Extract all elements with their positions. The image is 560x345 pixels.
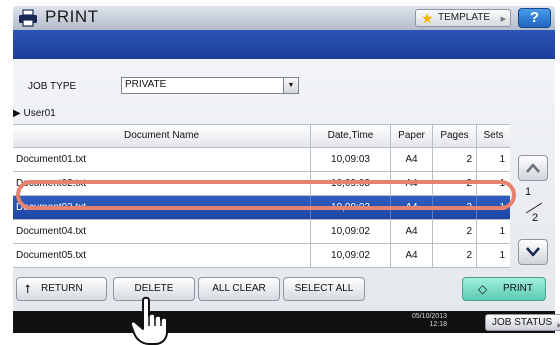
document-paper: A4 — [391, 148, 433, 171]
chevron-right-icon: ▶ — [500, 16, 506, 23]
triangle-right-icon: ▶ — [13, 108, 21, 119]
status-bar: 05/10/2013 12:18 JOB STATUS ▶ — [13, 311, 560, 333]
table-row[interactable]: Document05.txt 10,09:02 A4 2 1 — [13, 244, 510, 268]
return-button[interactable]: ⭡ RETURN — [16, 277, 107, 301]
all-clear-button[interactable]: ALL CLEAR — [198, 277, 280, 301]
help-button[interactable]: ? — [518, 8, 551, 28]
template-button[interactable]: ★ TEMPLATE ▶ — [415, 9, 511, 27]
table-row[interactable]: Document01.txt 10,09:03 A4 2 1 — [13, 148, 510, 172]
document-paper: A4 — [391, 244, 433, 267]
column-header-name: Document Name — [13, 125, 311, 147]
title-bar: PRINT ★ TEMPLATE ▶ ? — [13, 6, 555, 30]
page-title: PRINT — [45, 7, 99, 26]
document-name: Document05.txt — [13, 244, 311, 267]
chevron-down-icon — [526, 247, 540, 257]
document-datetime: 10,09:02 — [311, 244, 391, 267]
start-diamond-icon: ◇ — [478, 282, 488, 296]
printer-icon — [19, 9, 37, 27]
column-header-paper: Paper — [391, 125, 433, 147]
document-paper: A4 — [391, 220, 433, 243]
return-label: RETURN — [41, 283, 83, 294]
column-header-pages: Pages — [433, 125, 477, 147]
document-pages: 2 — [433, 148, 477, 171]
status-datetime: 05/10/2013 12:18 — [401, 313, 447, 329]
dropdown-arrow-icon[interactable]: ▼ — [283, 78, 298, 93]
table-row[interactable]: Document04.txt 10,09:02 A4 2 1 — [13, 220, 510, 244]
message-bar — [13, 30, 555, 59]
table-header: Document Name Date,Time Paper Pages Sets — [13, 124, 510, 148]
job-status-label: JOB STATUS — [492, 317, 553, 328]
print-label: PRINT — [503, 283, 533, 294]
print-button[interactable]: ◇ PRINT — [462, 277, 546, 301]
status-date: 05/10/2013 — [411, 313, 447, 320]
pointing-hand-icon — [129, 296, 168, 345]
document-pages: 2 — [433, 220, 477, 243]
job-type-select[interactable]: PRIVATE ▼ — [121, 77, 299, 94]
return-arrow-icon: ⭡ — [25, 282, 31, 296]
template-label: TEMPLATE — [438, 12, 491, 23]
document-sets: 1 — [499, 226, 505, 237]
chevron-up-icon — [526, 163, 540, 173]
document-pages: 2 — [433, 244, 477, 267]
select-all-button[interactable]: SELECT ALL — [283, 277, 365, 301]
scroll-up-button[interactable] — [518, 155, 548, 181]
column-header-sets: Sets — [483, 130, 504, 141]
total-pages: 2 — [532, 212, 539, 224]
status-time: 12:18 — [429, 321, 447, 328]
star-icon: ★ — [421, 10, 434, 26]
scroll-down-button[interactable] — [518, 239, 548, 265]
job-type-label: JOB TYPE — [28, 81, 77, 92]
page-indicator: 1 2 — [522, 186, 546, 230]
document-sets: 1 — [499, 154, 505, 165]
document-datetime: 10,09:03 — [311, 148, 391, 171]
column-header-datetime: Date,Time — [311, 125, 391, 147]
document-datetime: 10,09:02 — [311, 220, 391, 243]
job-type-value: PRIVATE — [125, 79, 167, 90]
document-sets: 1 — [499, 250, 505, 261]
user-name: User01 — [23, 108, 56, 119]
document-name: Document04.txt — [13, 220, 311, 243]
document-name: Document01.txt — [13, 148, 311, 171]
job-status-button[interactable]: JOB STATUS ▶ — [485, 314, 560, 331]
selection-highlight-ring — [16, 180, 516, 210]
user-folder[interactable]: ▶ User01 — [13, 108, 56, 119]
